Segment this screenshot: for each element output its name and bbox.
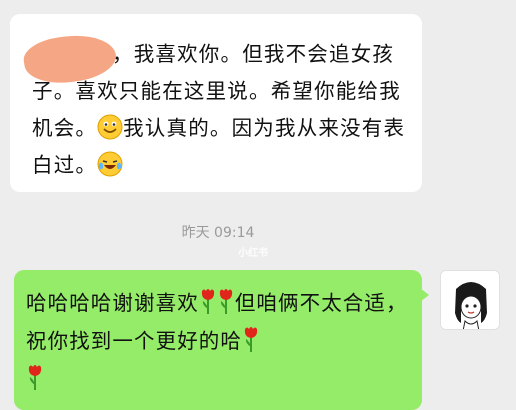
incoming-message-bubble[interactable]: ，我喜欢你。但我不会追女孩子。喜欢只能在这里说。希望你能给我机会。 我认真的。因为… <box>10 14 422 192</box>
outgoing-message-bubble[interactable]: 哈哈哈哈谢谢喜欢 但咱俩不太合适，祝你找到一个更好的哈 <box>14 270 422 410</box>
outgoing-message-text: 哈哈哈哈谢谢喜欢 但咱俩不太合适，祝你找到一个更好的哈 <box>26 284 410 398</box>
laughing-tears-face-icon <box>97 151 123 177</box>
smiling-face-icon <box>97 114 123 140</box>
outgoing-text-part-1: 哈哈哈哈谢谢喜欢 <box>26 291 199 315</box>
message-timestamp: 昨天 09:14 <box>181 225 255 241</box>
watermark: 小红书 <box>238 248 268 259</box>
rose-icon <box>201 289 214 314</box>
rose-icon <box>28 365 42 390</box>
outgoing-bubble-tail <box>420 288 429 302</box>
rose-icon <box>244 327 258 352</box>
rose-icon <box>219 289 232 314</box>
avatar[interactable] <box>440 270 500 330</box>
girl-avatar-icon <box>441 271 499 329</box>
